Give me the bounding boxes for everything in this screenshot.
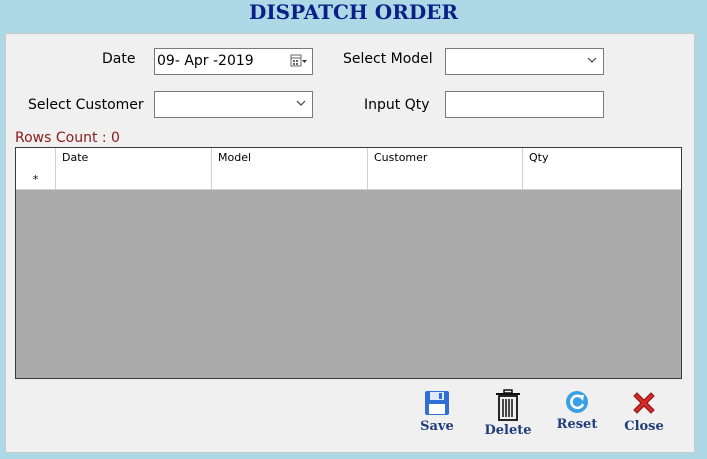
input-qty-label: Input Qty xyxy=(364,97,430,113)
reset-button[interactable]: Reset xyxy=(547,389,607,444)
grid-header-qty[interactable]: Qty xyxy=(523,148,681,168)
calendar-dropdown-icon[interactable] xyxy=(290,54,308,68)
date-label: Date xyxy=(102,51,136,67)
save-button[interactable]: Save xyxy=(407,389,467,444)
close-button[interactable]: Close xyxy=(614,389,674,444)
dispatch-grid[interactable]: Date Model Customer Qty * xyxy=(15,147,682,379)
date-value: 09- Apr -2019 xyxy=(157,53,254,69)
chevron-down-icon xyxy=(587,57,597,63)
new-row-marker: * xyxy=(16,168,56,190)
trash-icon xyxy=(496,389,520,421)
refresh-icon xyxy=(566,391,588,413)
date-picker[interactable]: 09- Apr -2019 xyxy=(154,48,313,75)
grid-header-customer[interactable]: Customer xyxy=(368,148,523,168)
grid-header-model[interactable]: Model xyxy=(212,148,368,168)
window-title: DISPATCH ORDER xyxy=(248,0,459,24)
input-qty-field[interactable] xyxy=(445,91,604,118)
dispatch-form-panel: Date 09- Apr -2019 Select Model Select C… xyxy=(5,33,695,453)
reset-label: Reset xyxy=(556,417,598,432)
select-customer-dropdown[interactable] xyxy=(154,91,313,118)
close-label: Close xyxy=(624,419,664,434)
grid-cell-model[interactable] xyxy=(212,168,368,190)
grid-cell-customer[interactable] xyxy=(368,168,523,190)
grid-header: Date Model Customer Qty xyxy=(16,148,681,169)
grid-header-date[interactable]: Date xyxy=(56,148,212,168)
grid-header-corner xyxy=(16,148,56,168)
select-customer-label: Select Customer xyxy=(28,97,144,113)
chevron-down-icon xyxy=(296,100,306,106)
delete-label: Delete xyxy=(484,423,532,438)
save-label: Save xyxy=(420,419,454,434)
select-model-label: Select Model xyxy=(343,51,433,67)
close-icon xyxy=(633,392,655,414)
rows-count: Rows Count : 0 xyxy=(15,130,120,146)
grid-cell-date[interactable] xyxy=(56,168,212,190)
table-row[interactable]: * xyxy=(16,168,681,190)
select-model-dropdown[interactable] xyxy=(445,48,604,75)
grid-cell-qty[interactable] xyxy=(523,168,681,190)
save-icon xyxy=(425,391,449,415)
delete-button[interactable]: Delete xyxy=(478,389,538,444)
